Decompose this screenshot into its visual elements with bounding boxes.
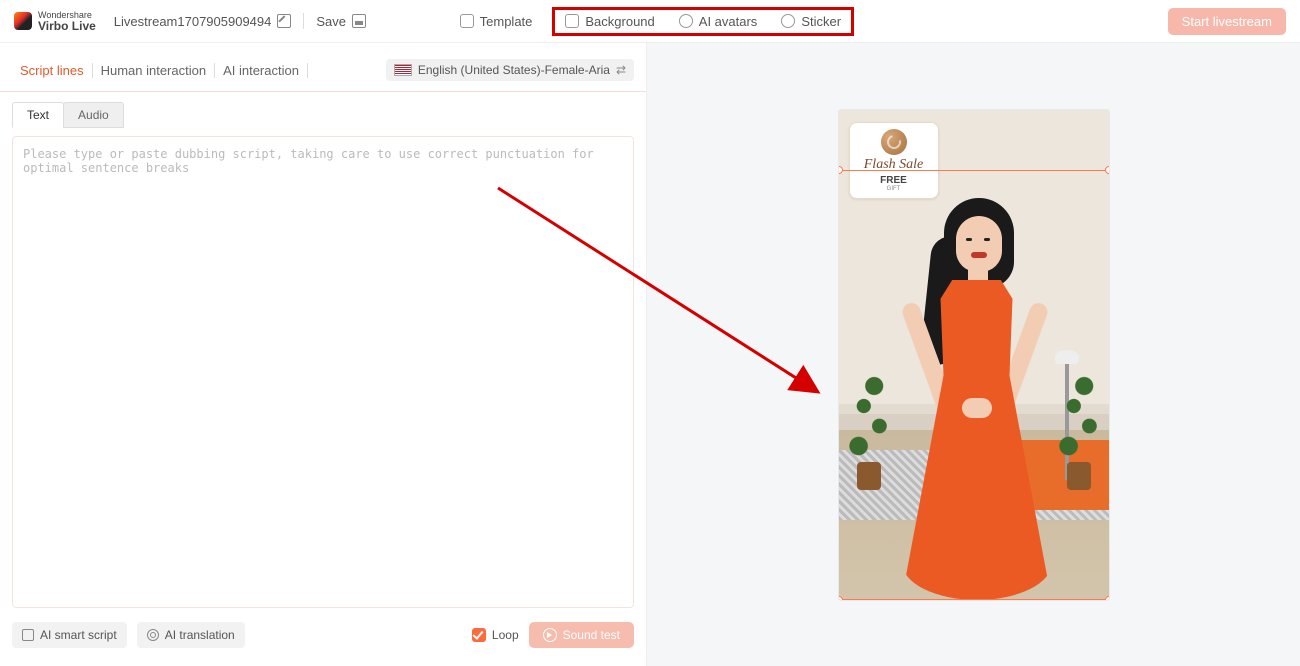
flash-line2: GIFT (854, 186, 934, 192)
background-label: Background (585, 14, 654, 29)
divider (303, 13, 304, 29)
clock-icon (881, 129, 907, 155)
edit-icon[interactable] (277, 14, 291, 28)
avatar-lips (971, 252, 987, 258)
tab-script-lines[interactable]: Script lines (12, 63, 93, 78)
ai-avatar[interactable] (874, 180, 1074, 600)
selection-line-top (839, 170, 1109, 171)
sound-test-button[interactable]: Sound test (529, 622, 634, 648)
tab-human-interaction[interactable]: Human interaction (93, 63, 216, 78)
left-footer: AI smart script AI translation Loop Soun… (0, 608, 646, 666)
save-icon (352, 14, 366, 28)
section-tabs: Script lines Human interaction AI intera… (0, 51, 646, 92)
start-livestream-button[interactable]: Start livestream (1168, 8, 1286, 35)
save-label: Save (316, 14, 346, 29)
template-label: Template (480, 14, 533, 29)
logo-text: Wondershare Virbo Live (38, 11, 96, 32)
ai-smart-script-button[interactable]: AI smart script (12, 622, 127, 648)
annotation-highlight-box: Background AI avatars Sticker (552, 7, 854, 36)
brand-name: Virbo Live (38, 20, 96, 32)
logo-icon (14, 12, 32, 30)
script-subtabs: Text Audio (0, 92, 646, 128)
voice-label: English (United States)-Female-Aria (418, 63, 610, 77)
template-icon (460, 14, 474, 28)
project-name-text: Livestream1707905909494 (114, 14, 272, 29)
selection-handle[interactable] (839, 166, 843, 174)
sticker-button[interactable]: Sticker (781, 14, 841, 29)
loop-toggle[interactable]: Loop (472, 628, 519, 642)
ai-smart-script-label: AI smart script (40, 628, 117, 642)
preview-panel: Flash Sale FREE GIFT (647, 43, 1300, 666)
subtab-text[interactable]: Text (12, 102, 64, 128)
app-logo: Wondershare Virbo Live (14, 11, 96, 32)
selection-handle[interactable] (1105, 166, 1109, 174)
flash-line1: FREE (854, 175, 934, 186)
ai-avatars-button[interactable]: AI avatars (679, 14, 758, 29)
avatars-label: AI avatars (699, 14, 758, 29)
project-name[interactable]: Livestream1707905909494 (114, 14, 292, 29)
start-label: Start livestream (1182, 14, 1272, 29)
selection-line-bottom (839, 599, 1109, 600)
avatar-face (956, 216, 1002, 272)
preview-canvas[interactable]: Flash Sale FREE GIFT (839, 110, 1109, 600)
sticker-icon (781, 14, 795, 28)
sound-test-label: Sound test (563, 628, 620, 642)
flag-us-icon (394, 64, 412, 76)
script-icon (22, 629, 34, 641)
avatar-icon (679, 14, 693, 28)
script-box (12, 136, 634, 608)
subtab-audio[interactable]: Audio (63, 102, 124, 128)
translate-icon (147, 629, 159, 641)
header-right: Start livestream (948, 8, 1286, 35)
avatar-hands (962, 398, 992, 418)
loop-label: Loop (492, 628, 519, 642)
swap-icon: ⇄ (616, 63, 626, 77)
save-button[interactable]: Save (316, 14, 366, 29)
background-icon (565, 14, 579, 28)
ai-translation-button[interactable]: AI translation (137, 622, 245, 648)
app-header: Wondershare Virbo Live Livestream1707905… (0, 0, 1300, 43)
play-icon (543, 628, 557, 642)
flash-sale-sticker[interactable]: Flash Sale FREE GIFT (849, 122, 939, 199)
checkbox-checked-icon (472, 628, 486, 642)
background-button[interactable]: Background (565, 14, 654, 29)
sticker-label: Sticker (801, 14, 841, 29)
tab-ai-interaction[interactable]: AI interaction (215, 63, 308, 78)
left-panel: Script lines Human interaction AI intera… (0, 43, 647, 666)
header-center: Template Background AI avatars Sticker (460, 7, 854, 36)
ai-translation-label: AI translation (165, 628, 235, 642)
voice-selector[interactable]: English (United States)-Female-Aria ⇄ (386, 59, 634, 81)
main: Script lines Human interaction AI intera… (0, 43, 1300, 666)
script-textarea[interactable] (13, 137, 633, 607)
template-button[interactable]: Template (460, 14, 533, 29)
